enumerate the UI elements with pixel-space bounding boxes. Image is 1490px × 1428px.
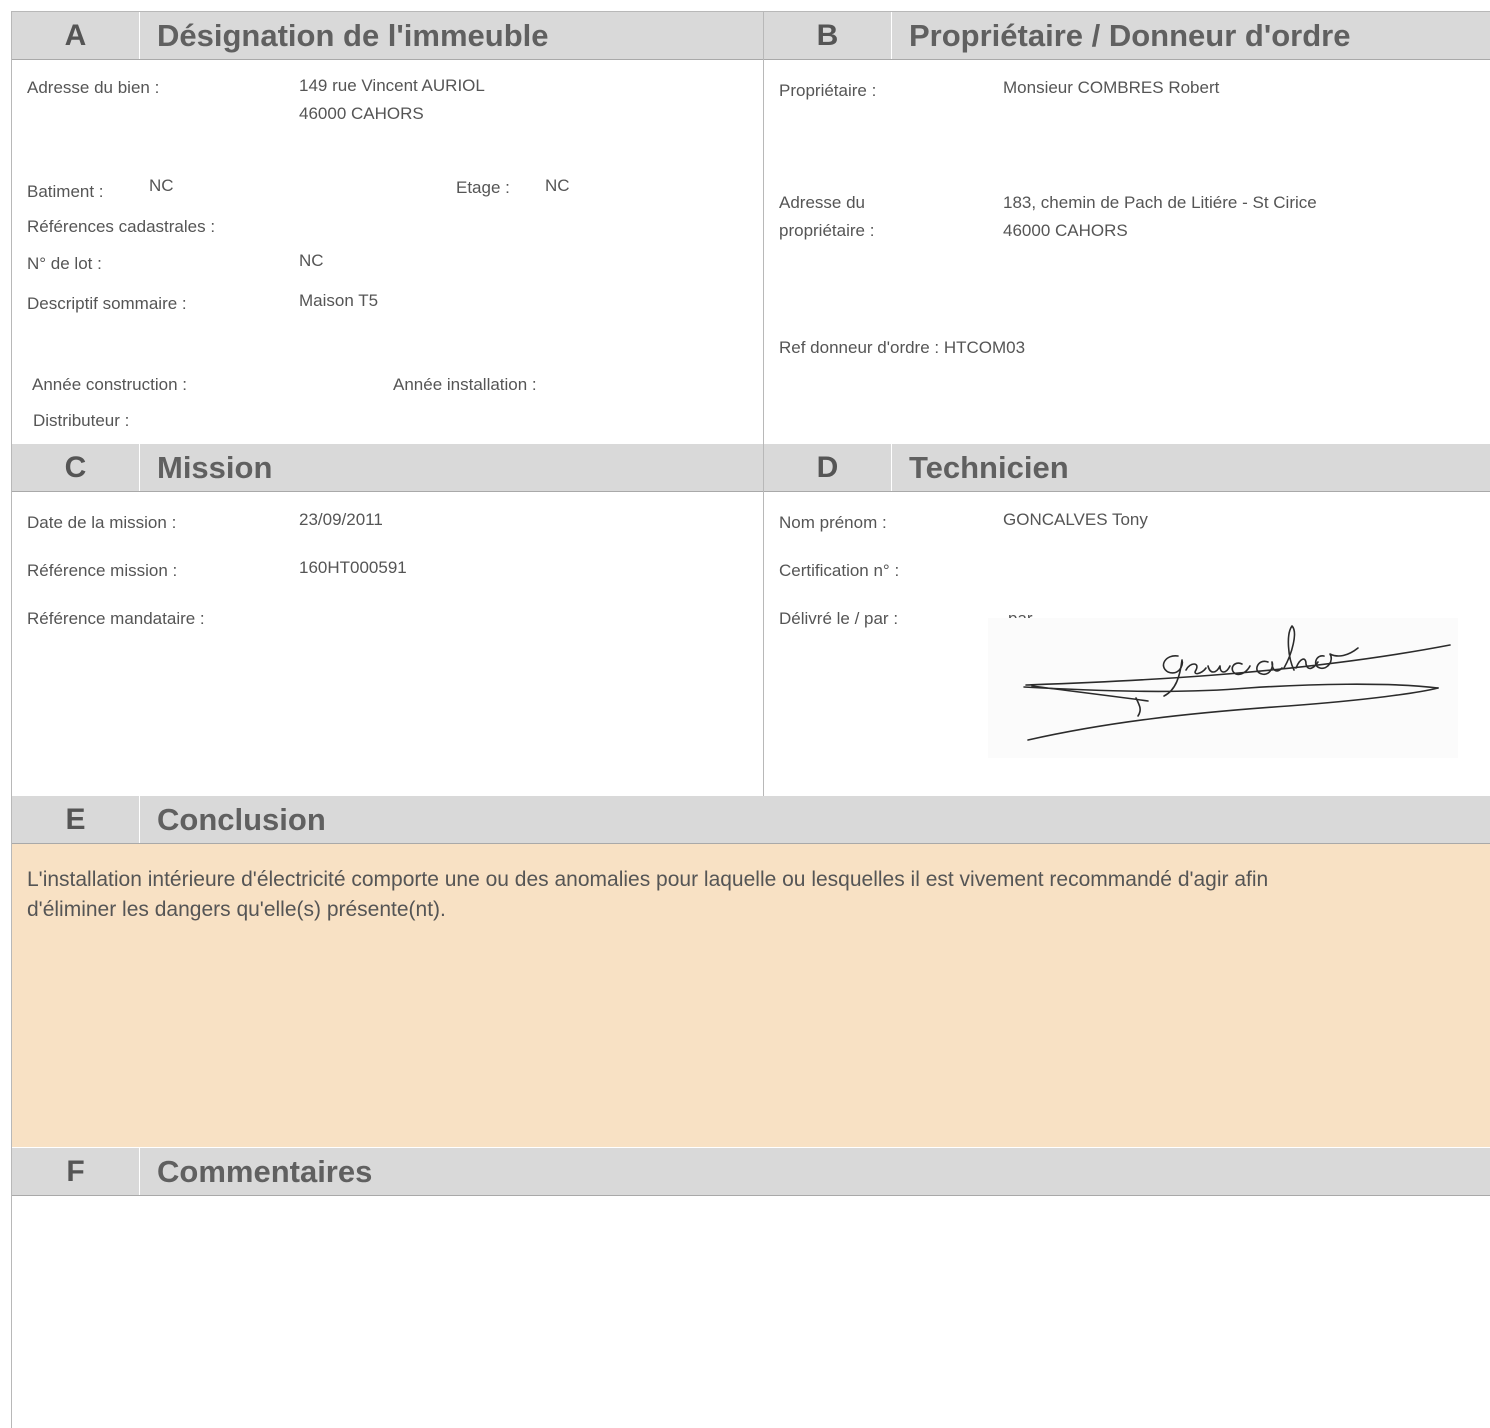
section-d-title: Technicien — [909, 450, 1069, 485]
nom-prenom-label: Nom prénom : — [779, 513, 887, 532]
reference-mission-value: 160HT000591 — [299, 558, 407, 577]
section-c-letter: C — [12, 444, 140, 491]
delivre-label: Délivré le / par : — [779, 609, 899, 628]
proprietaire-label: Propriétaire : — [779, 81, 877, 100]
adresse-bien-label: Adresse du bien : — [27, 78, 160, 97]
section-a-letter: A — [12, 12, 140, 59]
section-a-header: A Désignation de l'immeuble — [12, 12, 764, 60]
conclusion-panel: L'installation intérieure d'électricité … — [12, 844, 1490, 1147]
comments-area — [12, 1196, 1490, 1428]
conclusion-text: L'installation intérieure d'électricité … — [27, 868, 1269, 921]
section-c-title: Mission — [157, 450, 273, 485]
reference-mission-label: Référence mission : — [27, 561, 178, 580]
lot-value: NC — [299, 251, 324, 270]
batiment-value: NC — [149, 176, 174, 195]
lot-label: N° de lot : — [27, 254, 102, 273]
section-d-letter: D — [764, 444, 892, 491]
annee-construction-label: Année construction : — [32, 375, 187, 394]
section-f-header: F Commentaires — [12, 1148, 1490, 1196]
technician-signature — [988, 618, 1458, 758]
section-c-header: C Mission — [12, 444, 764, 492]
annee-installation-label: Année installation : — [393, 375, 537, 394]
section-b-title: Propriétaire / Donneur d'ordre — [909, 18, 1351, 53]
date-mission-label: Date de la mission : — [27, 513, 177, 532]
descriptif-value: Maison T5 — [299, 291, 379, 310]
adresse-bien-line1: 149 rue Vincent AURIOL — [299, 76, 485, 95]
ref-donneur-ordre: Ref donneur d'ordre : HTCOM03 — [779, 338, 1026, 357]
proprietaire-value: Monsieur COMBRES Robert — [1003, 78, 1220, 97]
date-mission-value: 23/09/2011 — [299, 510, 383, 529]
etage-value: NC — [545, 176, 570, 195]
adresse-proprietaire-line2: 46000 CAHORS — [1003, 221, 1128, 240]
adresse-bien-line2: 46000 CAHORS — [299, 104, 424, 123]
etage-label: Etage : — [456, 178, 510, 197]
section-b-letter: B — [764, 12, 892, 59]
adresse-proprietaire-label-line2: propriétaire : — [779, 221, 875, 240]
column-divider-middle — [763, 444, 764, 796]
section-e-header: E Conclusion — [12, 796, 1490, 844]
section-d-header: D Technicien — [764, 444, 1490, 492]
cadastre-label: Références cadastrales : — [27, 217, 216, 236]
column-divider-top — [763, 12, 764, 444]
adresse-proprietaire-line1: 183, chemin de Pach de Litiére - St Ciri… — [1003, 193, 1317, 212]
section-b-header: B Propriétaire / Donneur d'ordre — [764, 12, 1490, 60]
distributeur-label: Distributeur : — [33, 411, 130, 430]
section-a-title: Désignation de l'immeuble — [157, 18, 549, 53]
batiment-label: Batiment : — [27, 182, 104, 201]
nom-prenom-value: GONCALVES Tony — [1003, 510, 1148, 529]
reference-mandataire-label: Référence mandataire : — [27, 609, 205, 628]
section-e-letter: E — [12, 796, 140, 843]
section-f-title: Commentaires — [157, 1154, 373, 1189]
certification-label: Certification n° : — [779, 561, 900, 580]
section-f-letter: F — [12, 1148, 140, 1195]
adresse-proprietaire-label-line1: Adresse du — [779, 193, 865, 212]
section-e-title: Conclusion — [157, 802, 326, 837]
descriptif-label: Descriptif sommaire : — [27, 294, 187, 313]
